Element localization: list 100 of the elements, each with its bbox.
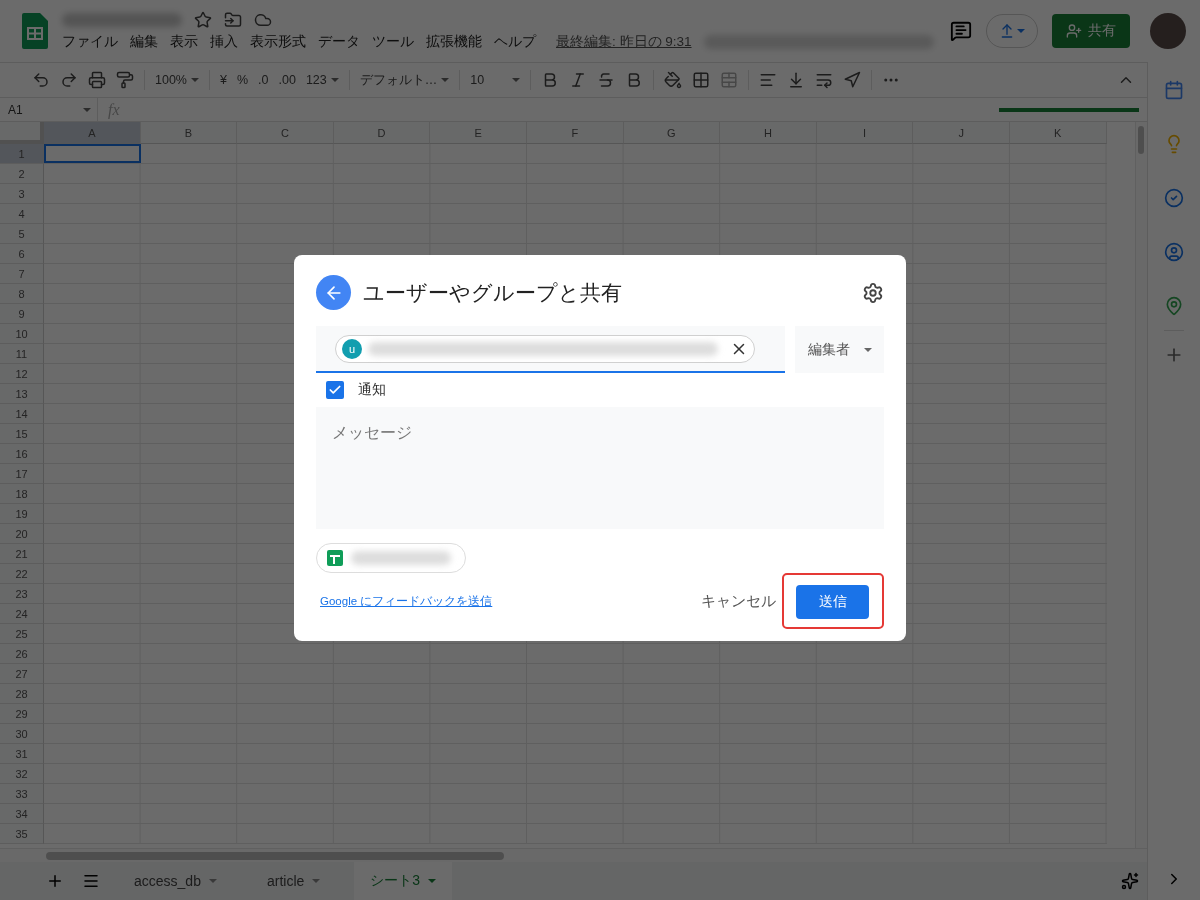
column-header[interactable]: G	[623, 122, 721, 144]
row-header[interactable]: 34	[0, 804, 44, 824]
row-header[interactable]: 26	[0, 644, 44, 664]
menu-item[interactable]: ヘルプ	[494, 33, 536, 51]
comment-icon[interactable]	[950, 20, 972, 42]
menu-item[interactable]: ファイル	[62, 33, 118, 51]
row-header[interactable]: 14	[0, 404, 44, 424]
row-header[interactable]: 7	[0, 264, 44, 284]
feedback-link[interactable]: Google にフィードバックを送信	[320, 593, 695, 609]
row-header[interactable]: 21	[0, 544, 44, 564]
contacts-icon[interactable]	[1164, 242, 1184, 262]
font-size-dropdown[interactable]: 10	[470, 73, 521, 87]
align-icon[interactable]	[759, 71, 778, 89]
settings-icon[interactable]	[862, 281, 884, 304]
menu-item[interactable]: ツール	[372, 33, 414, 51]
scrollbar-thumb[interactable]	[1138, 126, 1144, 154]
selected-cell[interactable]	[44, 144, 141, 163]
map-pin-icon[interactable]	[1164, 296, 1184, 316]
row-header[interactable]: 13	[0, 384, 44, 404]
menu-item[interactable]: データ	[318, 33, 360, 51]
row-header[interactable]: 18	[0, 484, 44, 504]
sheet-tab[interactable]: article	[250, 862, 337, 900]
wrap-icon[interactable]	[815, 71, 834, 89]
recipient-field[interactable]: u	[316, 326, 785, 373]
row-header[interactable]: 9	[0, 304, 44, 324]
menu-item[interactable]: 表示	[170, 33, 198, 51]
row-header[interactable]: 10	[0, 324, 44, 344]
folder-icon[interactable]	[224, 11, 242, 29]
font-dropdown[interactable]: デフォルト…	[359, 71, 450, 89]
person-icon[interactable]	[1066, 23, 1082, 39]
column-header[interactable]: A	[44, 122, 141, 144]
row-header[interactable]: 3	[0, 184, 44, 204]
row-header[interactable]: 27	[0, 664, 44, 684]
number-format-dropdown[interactable]: 123	[305, 73, 339, 87]
sheet-list-icon[interactable]	[82, 872, 100, 890]
row-header[interactable]: 29	[0, 704, 44, 724]
menu-item[interactable]: 挿入	[210, 33, 238, 51]
column-header[interactable]: E	[430, 122, 527, 144]
explore-icon[interactable]	[1121, 872, 1139, 890]
row-header[interactable]: 11	[0, 344, 44, 364]
row-header[interactable]: 30	[0, 724, 44, 744]
fill-color-icon[interactable]	[664, 71, 683, 89]
paint-format-icon[interactable]	[116, 71, 134, 89]
last-edit-link[interactable]: 最終編集: 昨日の 9:31	[556, 33, 692, 51]
row-header[interactable]: 23	[0, 584, 44, 604]
row-header[interactable]: 20	[0, 524, 44, 544]
row-header[interactable]: 5	[0, 224, 44, 244]
borders-icon[interactable]	[692, 71, 711, 89]
row-header[interactable]: 25	[0, 624, 44, 644]
star-icon[interactable]	[194, 11, 212, 29]
row-header[interactable]: 32	[0, 764, 44, 784]
scrollbar-thumb[interactable]	[46, 852, 504, 860]
column-header[interactable]: C	[237, 122, 334, 144]
row-header[interactable]: 2	[0, 164, 44, 184]
menu-item[interactable]: 編集	[130, 33, 158, 51]
row-header[interactable]: 24	[0, 604, 44, 624]
column-header[interactable]: B	[140, 122, 238, 144]
column-header[interactable]: I	[816, 122, 914, 144]
calendar-icon[interactable]	[1164, 80, 1184, 100]
add-sheet-icon[interactable]	[46, 872, 64, 890]
notify-checkbox[interactable]	[326, 381, 344, 399]
row-header[interactable]: 35	[0, 824, 44, 844]
recipient-chip[interactable]: u	[335, 334, 755, 363]
row-header[interactable]: 12	[0, 364, 44, 384]
sheets-logo-icon[interactable]	[22, 13, 48, 49]
row-header[interactable]: 31	[0, 744, 44, 764]
column-header[interactable]: F	[526, 122, 624, 144]
decrease-decimal-button[interactable]: .0	[258, 73, 269, 87]
row-header[interactable]: 17	[0, 464, 44, 484]
row-header[interactable]: 19	[0, 504, 44, 524]
column-header[interactable]: K	[1009, 122, 1107, 144]
row-header[interactable]: 16	[0, 444, 44, 464]
undo-icon[interactable]	[32, 71, 50, 89]
back-button[interactable]	[316, 275, 351, 310]
redo-icon[interactable]	[60, 71, 78, 89]
row-header[interactable]: 28	[0, 684, 44, 704]
row-header[interactable]: 22	[0, 564, 44, 584]
sheet-tab[interactable]: シート3	[354, 862, 453, 900]
print-icon[interactable]	[88, 71, 106, 89]
sheet-tab[interactable]: access_db	[118, 862, 233, 900]
role-dropdown[interactable]: 編集者	[795, 326, 884, 373]
cloud-icon[interactable]	[254, 11, 272, 29]
avatar[interactable]	[1150, 13, 1186, 49]
merge-icon[interactable]	[720, 71, 739, 89]
name-box[interactable]: A1	[8, 102, 23, 117]
row-header[interactable]: 6	[0, 244, 44, 264]
percent-button[interactable]: %	[236, 73, 249, 87]
column-header[interactable]: D	[333, 122, 431, 144]
currency-button[interactable]: ¥	[220, 73, 227, 87]
row-header[interactable]: 8	[0, 284, 44, 304]
send-button[interactable]: 送信	[796, 585, 869, 619]
message-field[interactable]: メッセージ	[316, 407, 884, 530]
menu-item[interactable]: 拡張機能	[426, 33, 482, 51]
row-header[interactable]: 15	[0, 424, 44, 444]
increase-decimal-button[interactable]: .00	[278, 73, 296, 87]
menu-item[interactable]: 表示形式	[250, 33, 306, 51]
strikethrough-icon[interactable]	[597, 71, 616, 89]
present-icon[interactable]	[999, 23, 1015, 39]
tasks-icon[interactable]	[1164, 188, 1184, 208]
row-header[interactable]: 33	[0, 784, 44, 804]
